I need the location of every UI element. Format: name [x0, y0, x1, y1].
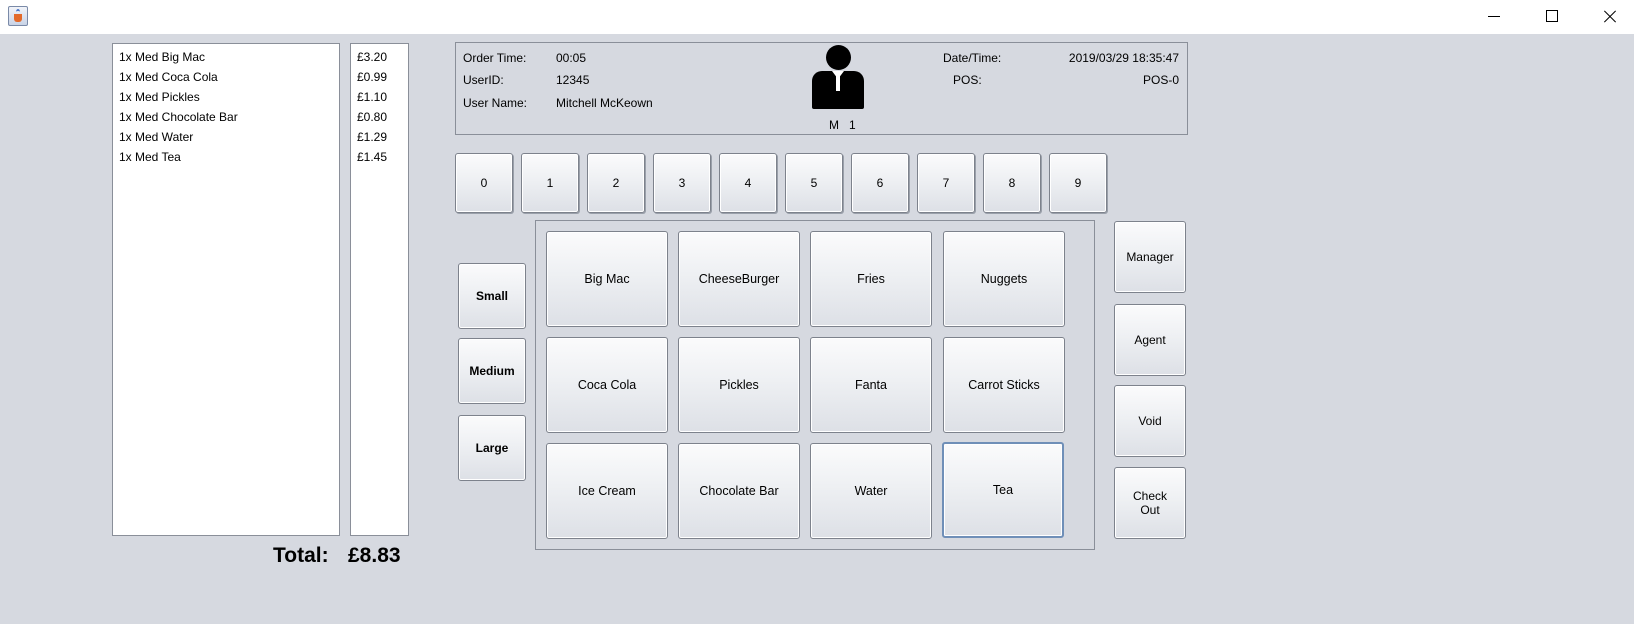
numpad-5-button[interactable]: 5	[785, 153, 843, 213]
java-app-icon[interactable]	[8, 6, 28, 26]
user-avatar-icon	[812, 45, 864, 111]
window-titlebar	[0, 0, 1634, 34]
void-button[interactable]: Void	[1114, 385, 1186, 457]
size-large-button[interactable]: Large	[458, 415, 526, 481]
order-items-list[interactable]: 1x Med Big Mac 1x Med Coca Cola 1x Med P…	[112, 43, 340, 536]
numpad-8-button[interactable]: 8	[983, 153, 1041, 213]
total-label: Total:	[273, 544, 329, 567]
menu-item-ice-cream-button[interactable]: Ice Cream	[546, 443, 668, 539]
menu-item-water-button[interactable]: Water	[810, 443, 932, 539]
list-item[interactable]: £1.10	[351, 87, 408, 107]
user-id-value: 12345	[556, 73, 590, 87]
minimize-icon[interactable]	[1466, 0, 1522, 34]
menu-item-fanta-button[interactable]: Fanta	[810, 337, 932, 433]
list-item[interactable]: £0.99	[351, 67, 408, 87]
list-item[interactable]: £1.29	[351, 127, 408, 147]
order-prices-list[interactable]: £3.20 £0.99 £1.10 £0.80 £1.29 £1.45	[350, 43, 409, 536]
list-item[interactable]: £0.80	[351, 107, 408, 127]
list-item[interactable]: 1x Med Chocolate Bar	[113, 107, 339, 127]
agent-button[interactable]: Agent	[1114, 304, 1186, 376]
numpad-3-button[interactable]: 3	[653, 153, 711, 213]
list-item[interactable]: 1x Med Pickles	[113, 87, 339, 107]
user-name-label: User Name:	[463, 96, 528, 110]
avatar-caption: M 1	[829, 118, 856, 132]
numpad-7-button[interactable]: 7	[917, 153, 975, 213]
pos-value: POS-0	[1142, 73, 1179, 87]
numpad-0-button[interactable]: 0	[455, 153, 513, 213]
total-value: £8.83	[348, 544, 401, 567]
numpad-2-button[interactable]: 2	[587, 153, 645, 213]
numpad-1-button[interactable]: 1	[521, 153, 579, 213]
numpad-9-button[interactable]: 9	[1049, 153, 1107, 213]
menu-item-chocolate-bar-button[interactable]: Chocolate Bar	[678, 443, 800, 539]
menu-item-cheeseburger-button[interactable]: CheeseBurger	[678, 231, 800, 327]
numpad-6-button[interactable]: 6	[851, 153, 909, 213]
datetime-value: 2019/03/29 18:35:47	[1068, 51, 1179, 65]
menu-item-pickles-button[interactable]: Pickles	[678, 337, 800, 433]
list-item[interactable]: £3.20	[351, 47, 408, 67]
check-out-button[interactable]: Check Out	[1114, 467, 1186, 539]
user-id-label: UserID:	[463, 73, 504, 87]
size-small-button[interactable]: Small	[458, 263, 526, 329]
datetime-label: Date/Time:	[943, 51, 1002, 65]
order-time-value: 00:05	[556, 51, 587, 65]
maximize-icon[interactable]	[1524, 0, 1580, 34]
menu-item-carrot-sticks-button[interactable]: Carrot Sticks	[943, 337, 1065, 433]
order-time-label: Order Time:	[463, 51, 527, 65]
list-item[interactable]: 1x Med Water	[113, 127, 339, 147]
list-item[interactable]: £1.45	[351, 147, 408, 167]
menu-item-nuggets-button[interactable]: Nuggets	[943, 231, 1065, 327]
pos-label: POS:	[953, 73, 982, 87]
menu-item-tea-button[interactable]: Tea	[942, 442, 1064, 538]
list-item[interactable]: 1x Med Coca Cola	[113, 67, 339, 87]
list-item[interactable]: 1x Med Tea	[113, 147, 339, 167]
numpad-4-button[interactable]: 4	[719, 153, 777, 213]
close-icon[interactable]	[1582, 0, 1634, 34]
size-medium-button[interactable]: Medium	[458, 338, 526, 404]
menu-item-coca-cola-button[interactable]: Coca Cola	[546, 337, 668, 433]
user-name-value: Mitchell McKeown	[556, 96, 653, 110]
list-item[interactable]: 1x Med Big Mac	[113, 47, 339, 67]
manager-button[interactable]: Manager	[1114, 221, 1186, 293]
menu-item-big-mac-button[interactable]: Big Mac	[546, 231, 668, 327]
menu-item-fries-button[interactable]: Fries	[810, 231, 932, 327]
